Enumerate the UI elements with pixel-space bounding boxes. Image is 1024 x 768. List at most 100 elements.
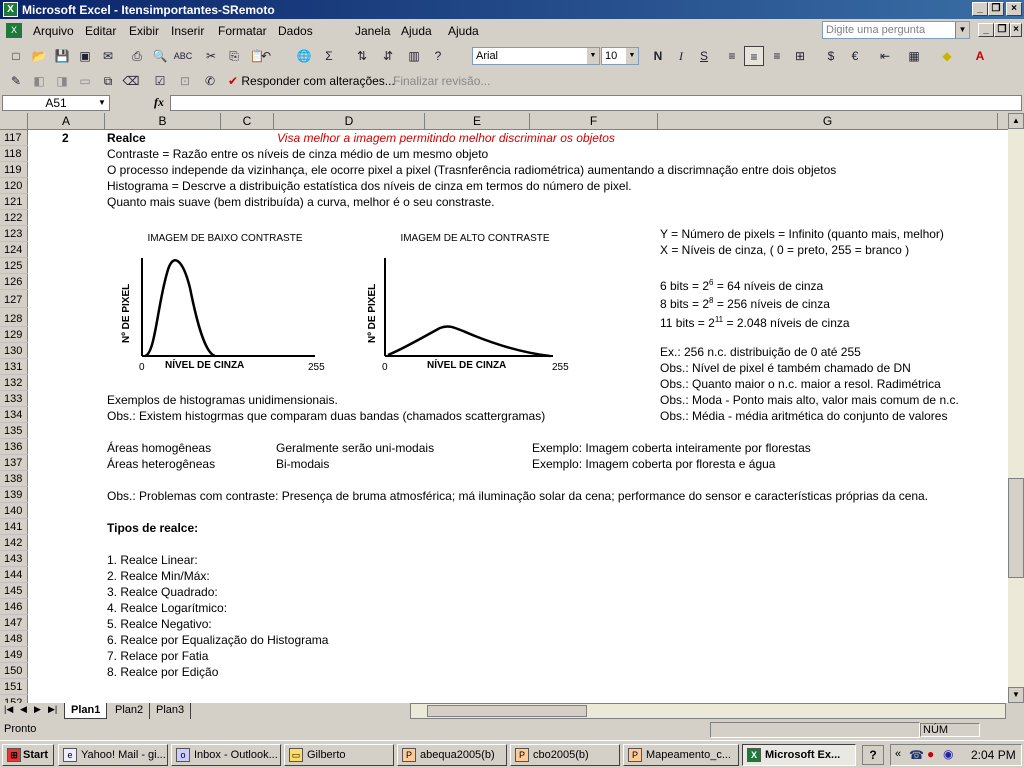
task-yahoo-mail[interactable]: e Yahoo! Mail - gi...	[58, 744, 168, 766]
antivirus-icon[interactable]: ●	[927, 747, 934, 761]
row-header[interactable]: 133	[0, 391, 28, 407]
row-header[interactable]: 123	[0, 226, 28, 242]
cell-g133[interactable]: Obs.: Moda - Ponto mais alto, valor mais…	[660, 392, 959, 408]
font-name-select[interactable]: Arial ▼	[472, 47, 600, 65]
row-header[interactable]: 131	[0, 359, 28, 375]
row-header[interactable]: 125	[0, 258, 28, 274]
cell-g131[interactable]: Obs.: Nível de pixel é também chamado de…	[660, 360, 911, 376]
row-header[interactable]: 136	[0, 439, 28, 455]
autosum-icon[interactable]: Σ	[319, 46, 339, 66]
align-left-icon[interactable]: ≡	[722, 46, 742, 66]
task-cbo2005[interactable]: Pcbo2005(b)	[510, 744, 620, 766]
next-comment-icon[interactable]: ◨	[52, 71, 72, 91]
row-header[interactable]: 135	[0, 423, 28, 439]
cell-d117[interactable]: Visa melhor a imagem permitindo melhor d…	[277, 130, 615, 146]
row-header[interactable]: 124	[0, 242, 28, 258]
task-abequa2005[interactable]: Pabequa2005(b)	[397, 744, 507, 766]
network-icon[interactable]: ☎	[909, 748, 924, 762]
new-icon[interactable]: □	[6, 46, 26, 66]
align-right-icon[interactable]: ≡	[767, 46, 787, 66]
menu-janela[interactable]: Ajuda	[401, 24, 432, 38]
bold-icon[interactable]: N	[648, 46, 668, 66]
hyperlink-icon[interactable]: 🌐	[294, 46, 314, 66]
cell-d136[interactable]: Geralmente serão uni-modais	[276, 440, 434, 456]
row-header[interactable]: 138	[0, 471, 28, 487]
row-header[interactable]: 121	[0, 194, 28, 210]
reply-with-changes-button[interactable]: ✔ Responder com alterações...	[228, 74, 395, 88]
euro-icon[interactable]: €	[845, 46, 865, 66]
open-icon[interactable]: 📂	[29, 46, 49, 66]
scroll-down-icon[interactable]: ▼	[1008, 687, 1024, 703]
task-mapeamento[interactable]: P Mapeamento_c...	[623, 744, 739, 766]
row-header[interactable]: 150	[0, 663, 28, 679]
help-task-icon[interactable]: ?	[862, 745, 884, 765]
cell-b121[interactable]: Quanto mais suave (bem distribuída) a cu…	[107, 194, 495, 210]
cell-g132[interactable]: Obs.: Quanto maior o n.c. maior a resol.…	[660, 376, 941, 392]
horizontal-scrollbar[interactable]	[410, 703, 1006, 719]
cell-b147[interactable]: 5. Realce Negativo:	[107, 616, 212, 632]
decrease-indent-icon[interactable]: ⇤	[875, 46, 895, 66]
tray-expand-icon[interactable]: «	[895, 748, 901, 760]
delete-comment-icon[interactable]: ⌫	[121, 71, 141, 91]
task-inbox-outlook[interactable]: o Inbox - Outlook...	[171, 744, 281, 766]
row-header[interactable]: 141	[0, 519, 28, 535]
scroll-up-icon[interactable]: ▲	[1008, 113, 1024, 129]
minimize-button[interactable]: _	[972, 2, 988, 16]
row-header[interactable]: 129	[0, 327, 28, 343]
cell-b120[interactable]: Histograma = Descrve a distribuição esta…	[107, 178, 632, 194]
cell-b149[interactable]: 7. Relace por Fatia	[107, 648, 208, 664]
row-header[interactable]: 146	[0, 599, 28, 615]
row-header[interactable]: 147	[0, 615, 28, 631]
row-header[interactable]: 134	[0, 407, 28, 423]
undo-icon[interactable]: ↶	[256, 46, 276, 66]
row-header[interactable]: 148	[0, 631, 28, 647]
chevron-down-icon[interactable]: ▼	[98, 98, 106, 107]
currency-icon[interactable]: $	[821, 46, 841, 66]
row-header[interactable]: 120	[0, 178, 28, 194]
prev-comment-icon[interactable]: ◧	[29, 71, 49, 91]
email-icon[interactable]: ✉	[98, 46, 118, 66]
last-sheet-icon[interactable]: ▶|	[48, 704, 57, 715]
menu-editar[interactable]: Editar	[85, 24, 116, 38]
name-box[interactable]: A51	[2, 95, 110, 111]
cell-b141[interactable]: Tipos de realce:	[107, 520, 198, 536]
row-header[interactable]: 122	[0, 210, 28, 226]
cell-a117[interactable]: 2	[62, 130, 69, 146]
col-header-b[interactable]: B	[105, 113, 221, 130]
menu-exibir[interactable]: Exibir	[129, 24, 159, 38]
new-comment-icon[interactable]: ✎	[6, 71, 26, 91]
permission-icon[interactable]: ▣	[75, 46, 95, 66]
cell-b117[interactable]: Realce	[107, 130, 146, 146]
insert-function-icon[interactable]: fx	[154, 95, 164, 110]
row-header[interactable]: 117	[0, 130, 28, 146]
formula-input[interactable]	[170, 95, 1022, 111]
font-color-icon[interactable]: A	[970, 46, 990, 66]
spelling-icon[interactable]: ABC	[173, 46, 193, 66]
fill-color-icon[interactable]: ◆	[937, 46, 957, 66]
font-size-select[interactable]: 10 ▼	[601, 47, 639, 65]
row-header[interactable]: 126	[0, 274, 28, 290]
cell-b119[interactable]: O processo independe da vizinhança, ele …	[107, 162, 836, 178]
worksheet-grid[interactable]: A B C D E F G 117 118 119 120 121 122 123 124 12…	[0, 113, 1008, 703]
cell-b144[interactable]: 2. Realce Min/Máx:	[107, 568, 210, 584]
sort-descending-icon[interactable]: ⇵	[378, 46, 398, 66]
italic-icon[interactable]: I	[671, 46, 691, 66]
chevron-down-icon[interactable]: ▼	[626, 48, 638, 64]
cell-b118[interactable]: Contraste = Razão entre os níveis de cin…	[107, 146, 488, 162]
restore-button[interactable]: ❐	[988, 2, 1004, 16]
col-header-f[interactable]: F	[530, 113, 658, 130]
row-header[interactable]: 152	[0, 695, 28, 703]
close-button[interactable]: ×	[1006, 2, 1022, 16]
row-header[interactable]: 151	[0, 679, 28, 695]
show-all-comments-icon[interactable]: ⧉	[98, 71, 118, 91]
row-header[interactable]: 144	[0, 567, 28, 583]
menu-formatar[interactable]: Formatar	[218, 24, 267, 38]
cell-b137[interactable]: Áreas heterogêneas	[107, 456, 215, 472]
row-header[interactable]: 140	[0, 503, 28, 519]
show-comment-icon[interactable]: ▭	[75, 71, 95, 91]
prev-sheet-icon[interactable]: ◀	[20, 704, 27, 715]
finalize-review-button[interactable]: Finalizar revisão...	[393, 74, 490, 88]
cell-b148[interactable]: 6. Realce por Equalização do Histograma	[107, 632, 328, 648]
track-changes-icon[interactable]: ☑	[150, 71, 170, 91]
menu-arquivo[interactable]: Arquivo	[33, 24, 74, 38]
